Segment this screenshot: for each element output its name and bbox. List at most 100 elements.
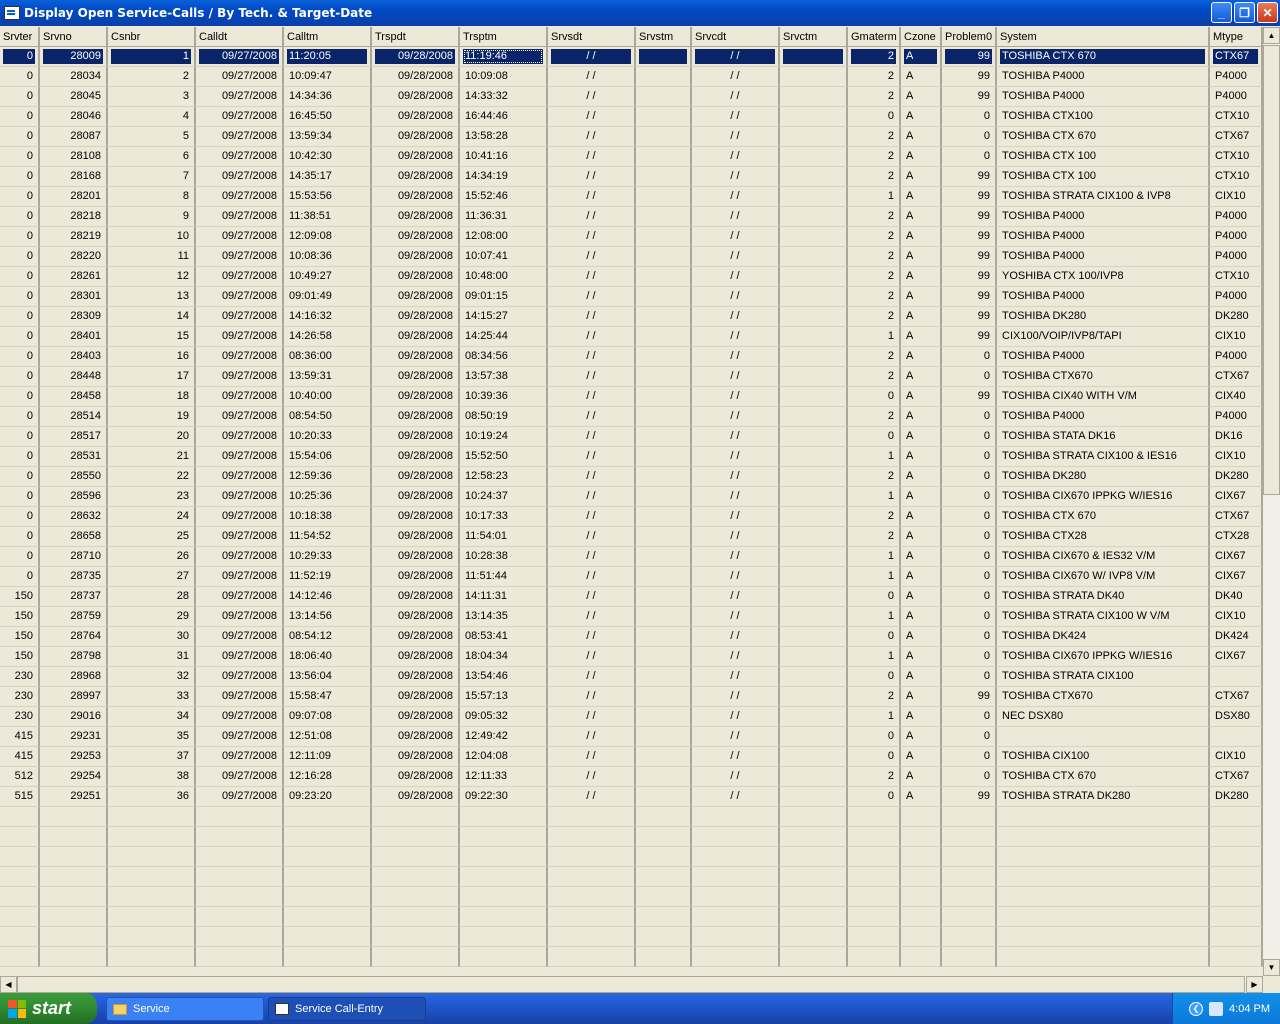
cell-czone[interactable]: A: [901, 367, 942, 387]
cell-czone[interactable]: A: [901, 287, 942, 307]
cell-czone[interactable]: A: [901, 747, 942, 767]
cell-srvno[interactable]: 28087: [40, 127, 108, 147]
cell-czone[interactable]: A: [901, 447, 942, 467]
cell-srvctm[interactable]: [780, 747, 848, 767]
cell-srvsdt[interactable]: / /: [548, 307, 636, 327]
cell-srvno[interactable]: 28201: [40, 187, 108, 207]
cell-gmaterm[interactable]: 2: [848, 307, 901, 327]
cell-srvcdt[interactable]: / /: [692, 247, 780, 267]
cell-calldt[interactable]: 09/27/2008: [196, 187, 284, 207]
cell-trspdt[interactable]: 09/28/2008: [372, 67, 460, 87]
table-row[interactable]: 0 28596 23 09/27/2008 10:25:36 09/28/2008 10:2…: [0, 487, 1263, 507]
cell-calltm[interactable]: 10:49:27: [284, 267, 372, 287]
cell-calltm[interactable]: 12:09:08: [284, 227, 372, 247]
table-row[interactable]: 0 28458 18 09/27/2008 10:40:00 09/28/2008 10:3…: [0, 387, 1263, 407]
cell-srvstm[interactable]: [636, 567, 692, 587]
cell-trspdt[interactable]: 09/28/2008: [372, 327, 460, 347]
cell-srvcdt[interactable]: / /: [692, 207, 780, 227]
cell-srvctm[interactable]: [780, 687, 848, 707]
cell-srvctm[interactable]: [780, 167, 848, 187]
cell-problem0[interactable]: 99: [942, 287, 997, 307]
cell-trsptm[interactable]: 15:52:50: [460, 447, 548, 467]
cell-srvter[interactable]: 0: [0, 267, 40, 287]
cell-srvctm[interactable]: [780, 627, 848, 647]
cell-trsptm[interactable]: 10:48:00: [460, 267, 548, 287]
cell-calltm[interactable]: 12:11:09: [284, 747, 372, 767]
table-row[interactable]: 0 28219 10 09/27/2008 12:09:08 09/28/2008 12:0…: [0, 227, 1263, 247]
cell-srvno[interactable]: 28168: [40, 167, 108, 187]
cell-problem0[interactable]: 0: [942, 467, 997, 487]
cell-calltm[interactable]: 16:45:50: [284, 107, 372, 127]
cell-srvter[interactable]: 0: [0, 67, 40, 87]
cell-calldt[interactable]: 09/27/2008: [196, 207, 284, 227]
column-header-srvctm[interactable]: Srvctm: [780, 27, 848, 47]
cell-mtype[interactable]: CTX10: [1210, 167, 1263, 187]
cell-srvcdt[interactable]: / /: [692, 527, 780, 547]
cell-trspdt[interactable]: 09/28/2008: [372, 487, 460, 507]
cell-czone[interactable]: A: [901, 227, 942, 247]
cell-calltm[interactable]: 11:54:52: [284, 527, 372, 547]
cell-srvcdt[interactable]: / /: [692, 767, 780, 787]
column-header-trsptm[interactable]: Trsptm: [460, 27, 548, 47]
cell-csnbr[interactable]: 31: [108, 647, 196, 667]
cell-calltm[interactable]: 09:01:49: [284, 287, 372, 307]
column-header-srvstm[interactable]: Srvstm: [636, 27, 692, 47]
cell-srvctm[interactable]: [780, 707, 848, 727]
cell-trsptm[interactable]: 13:54:46: [460, 667, 548, 687]
cell-gmaterm[interactable]: 0: [848, 427, 901, 447]
cell-calldt[interactable]: 09/27/2008: [196, 47, 284, 67]
cell-gmaterm[interactable]: 2: [848, 267, 901, 287]
cell-gmaterm[interactable]: 2: [848, 767, 901, 787]
cell-csnbr[interactable]: 20: [108, 427, 196, 447]
cell-calltm[interactable]: 10:20:33: [284, 427, 372, 447]
cell-czone[interactable]: A: [901, 407, 942, 427]
cell-srvcdt[interactable]: / /: [692, 387, 780, 407]
cell-mtype[interactable]: CTX67: [1210, 767, 1263, 787]
cell-system[interactable]: TOSHIBA CIX670 IPPKG W/IES16: [997, 647, 1210, 667]
cell-csnbr[interactable]: 14: [108, 307, 196, 327]
cell-srvstm[interactable]: [636, 107, 692, 127]
cell-calldt[interactable]: 09/27/2008: [196, 447, 284, 467]
table-row[interactable]: 0 28261 12 09/27/2008 10:49:27 09/28/2008 10:4…: [0, 267, 1263, 287]
cell-srvctm[interactable]: [780, 227, 848, 247]
cell-srvno[interactable]: 28045: [40, 87, 108, 107]
cell-srvctm[interactable]: [780, 427, 848, 447]
cell-srvstm[interactable]: [636, 707, 692, 727]
table-row[interactable]: 512 29254 38 09/27/2008 12:16:28 09/28/2008 12…: [0, 767, 1263, 787]
cell-calltm[interactable]: 11:52:19: [284, 567, 372, 587]
cell-srvter[interactable]: 0: [0, 187, 40, 207]
cell-srvstm[interactable]: [636, 187, 692, 207]
cell-calltm[interactable]: 10:18:38: [284, 507, 372, 527]
cell-calldt[interactable]: 09/27/2008: [196, 667, 284, 687]
cell-trsptm[interactable]: 11:51:44: [460, 567, 548, 587]
cell-trspdt[interactable]: 09/28/2008: [372, 267, 460, 287]
cell-calltm[interactable]: 14:34:36: [284, 87, 372, 107]
cell-mtype[interactable]: [1210, 727, 1263, 747]
table-row[interactable]: 150 28759 29 09/27/2008 13:14:56 09/28/2008 13…: [0, 607, 1263, 627]
cell-calltm[interactable]: 13:59:31: [284, 367, 372, 387]
cell-srvctm[interactable]: [780, 587, 848, 607]
cell-csnbr[interactable]: 4: [108, 107, 196, 127]
cell-srvter[interactable]: 0: [0, 207, 40, 227]
horizontal-scroll-thumb[interactable]: [17, 976, 1245, 993]
cell-srvstm[interactable]: [636, 307, 692, 327]
cell-gmaterm[interactable]: 2: [848, 127, 901, 147]
cell-srvctm[interactable]: [780, 387, 848, 407]
cell-srvstm[interactable]: [636, 727, 692, 747]
cell-problem0[interactable]: 0: [942, 607, 997, 627]
cell-srvter[interactable]: 515: [0, 787, 40, 807]
cell-trspdt[interactable]: 09/28/2008: [372, 107, 460, 127]
cell-csnbr[interactable]: 33: [108, 687, 196, 707]
cell-trspdt[interactable]: 09/28/2008: [372, 447, 460, 467]
cell-srvctm[interactable]: [780, 327, 848, 347]
cell-srvno[interactable]: 28458: [40, 387, 108, 407]
cell-czone[interactable]: A: [901, 667, 942, 687]
cell-system[interactable]: TOSHIBA CTX28: [997, 527, 1210, 547]
cell-system[interactable]: [997, 727, 1210, 747]
cell-srvstm[interactable]: [636, 787, 692, 807]
cell-trspdt[interactable]: 09/28/2008: [372, 507, 460, 527]
cell-csnbr[interactable]: 27: [108, 567, 196, 587]
cell-srvcdt[interactable]: / /: [692, 747, 780, 767]
cell-calltm[interactable]: 08:54:12: [284, 627, 372, 647]
cell-calldt[interactable]: 09/27/2008: [196, 107, 284, 127]
